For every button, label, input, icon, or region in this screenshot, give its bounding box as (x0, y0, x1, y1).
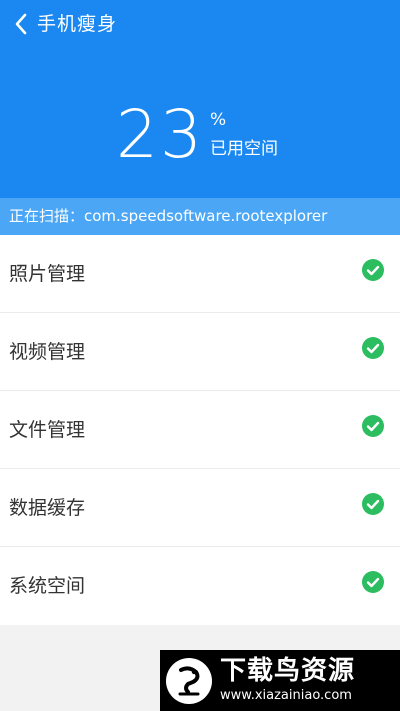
scan-status-text: 正在扫描：com.speedsoftware.rootexplorer (9, 207, 328, 225)
check-circle-icon (362, 337, 384, 359)
list-item-photo[interactable]: 照片管理 (0, 235, 400, 313)
back-button[interactable] (10, 10, 32, 38)
watermark-url: www.xiazainiao.com (220, 688, 352, 703)
check-circle-icon (362, 259, 384, 281)
watermark-logo-icon (166, 658, 212, 704)
percent-sign: % (210, 110, 227, 130)
list-item-label: 照片管理 (9, 263, 86, 285)
watermark: 下载鸟资源 www.xiazainiao.com (160, 650, 400, 711)
used-percent-value: 23 (116, 96, 204, 173)
chevron-left-icon (15, 13, 27, 35)
page-title: 手机瘦身 (37, 13, 118, 35)
list-item-label: 文件管理 (9, 419, 86, 441)
scan-status-bar: 正在扫描：com.speedsoftware.rootexplorer (0, 198, 400, 235)
list-item-video[interactable]: 视频管理 (0, 313, 400, 391)
category-list: 照片管理 视频管理 文件管理 数据缓存 系统空间 (0, 235, 400, 625)
list-item-file[interactable]: 文件管理 (0, 391, 400, 469)
list-item-label: 数据缓存 (9, 497, 86, 519)
check-circle-icon (362, 415, 384, 437)
check-circle-icon (362, 571, 384, 593)
list-item-label: 系统空间 (9, 575, 86, 597)
header: 手机瘦身 23 % 已用空间 (0, 0, 400, 198)
watermark-title: 下载鸟资源 (220, 656, 356, 686)
used-space-label: 已用空间 (210, 139, 278, 159)
list-item-system[interactable]: 系统空间 (0, 547, 400, 625)
list-item-cache[interactable]: 数据缓存 (0, 469, 400, 547)
check-circle-icon (362, 493, 384, 515)
list-item-label: 视频管理 (9, 341, 86, 363)
